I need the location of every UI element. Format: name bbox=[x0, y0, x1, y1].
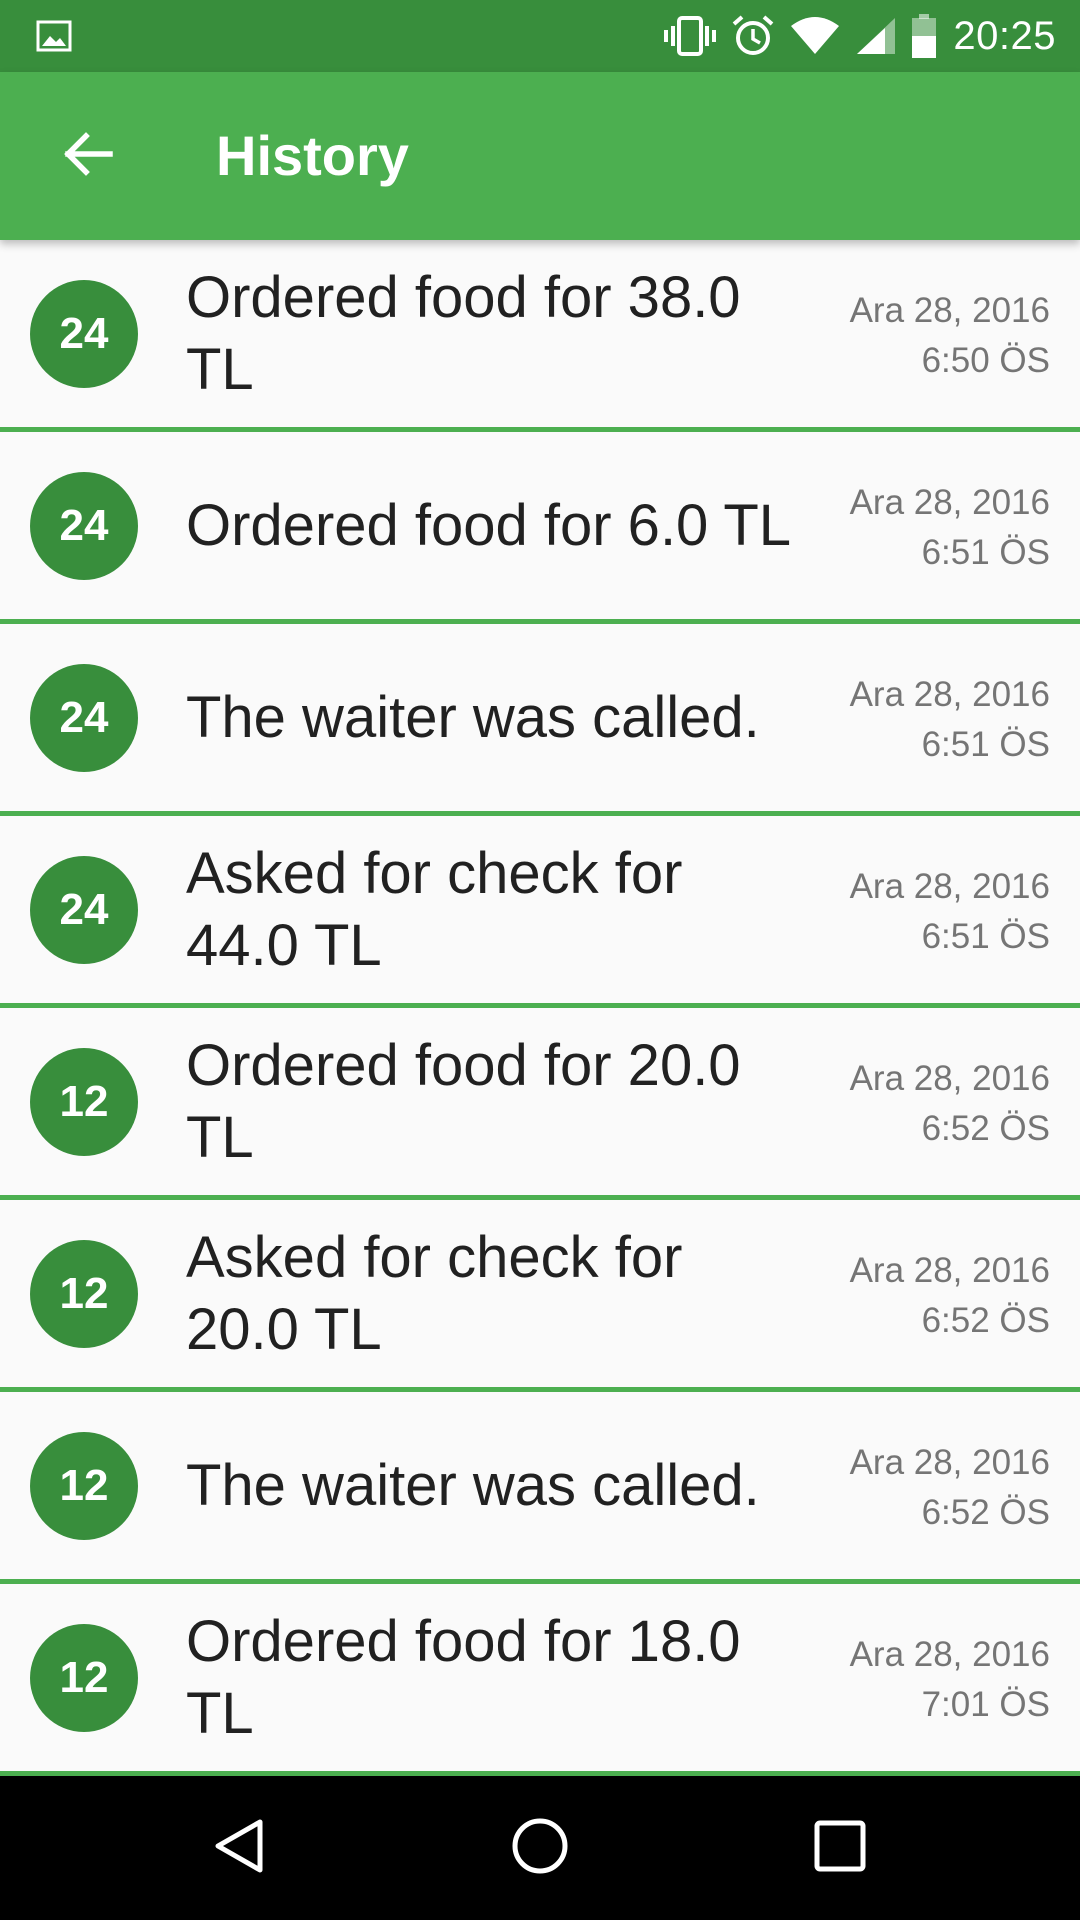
history-time: 6:52 ÖS bbox=[921, 1109, 1050, 1148]
history-text: Ordered food for 18.0 TL bbox=[186, 1608, 741, 1746]
history-timestamp: Ara 28, 2016 6:51 ÖS bbox=[850, 478, 1050, 578]
nav-home-button[interactable] bbox=[500, 1808, 580, 1888]
status-time: 20:25 bbox=[953, 13, 1056, 58]
recents-square-icon bbox=[812, 1818, 868, 1879]
history-text: Ordered food for 6.0 TL bbox=[186, 492, 792, 558]
home-circle-icon bbox=[510, 1816, 570, 1881]
back-button[interactable] bbox=[40, 108, 136, 204]
list-item[interactable]: 24 Ordered food for 38.0 TL Ara 28, 2016… bbox=[0, 240, 1080, 432]
table-number-badge: 24 bbox=[30, 664, 138, 772]
list-item[interactable]: 24 Asked for check for 44.0 TL Ara 28, 2… bbox=[0, 816, 1080, 1008]
history-timestamp: Ara 28, 2016 6:51 ÖS bbox=[850, 670, 1050, 770]
history-timestamp: Ara 28, 2016 6:52 ÖS bbox=[850, 1054, 1050, 1154]
history-text: The waiter was called. bbox=[186, 684, 760, 750]
history-text: Ordered food for 38.0 TL bbox=[186, 264, 741, 402]
alarm-icon bbox=[731, 14, 775, 58]
table-number-badge: 12 bbox=[30, 1240, 138, 1348]
history-timestamp: Ara 28, 2016 7:01 ÖS bbox=[850, 1630, 1050, 1730]
history-time: 7:01 ÖS bbox=[921, 1685, 1050, 1724]
navigation-bar bbox=[0, 1776, 1080, 1920]
history-date: Ara 28, 2016 bbox=[849, 1059, 1050, 1098]
wifi-icon bbox=[789, 16, 841, 56]
list-item[interactable]: 12 The waiter was called. Ara 28, 2016 6… bbox=[0, 1392, 1080, 1584]
list-item[interactable]: 12 Ordered food for 18.0 TL Ara 28, 2016… bbox=[0, 1584, 1080, 1776]
history-timestamp: Ara 28, 2016 6:50 ÖS bbox=[850, 286, 1050, 386]
history-list[interactable]: 24 Ordered food for 38.0 TL Ara 28, 2016… bbox=[0, 240, 1080, 1776]
status-bar: 20:25 bbox=[0, 0, 1080, 72]
history-text: Asked for check for 20.0 TL bbox=[186, 1224, 683, 1362]
history-date: Ara 28, 2016 bbox=[849, 1635, 1050, 1674]
list-item[interactable]: 24 Ordered food for 6.0 TL Ara 28, 2016 … bbox=[0, 432, 1080, 624]
history-time: 6:51 ÖS bbox=[921, 917, 1050, 956]
history-date: Ara 28, 2016 bbox=[849, 483, 1050, 522]
history-date: Ara 28, 2016 bbox=[849, 291, 1050, 330]
status-icons: 20:25 bbox=[649, 0, 1056, 72]
back-triangle-icon bbox=[210, 1816, 270, 1881]
history-time: 6:51 ÖS bbox=[921, 725, 1050, 764]
table-number-badge: 12 bbox=[30, 1624, 138, 1732]
history-text: Asked for check for 44.0 TL bbox=[186, 840, 683, 978]
app-bar: History bbox=[0, 72, 1080, 240]
history-timestamp: Ara 28, 2016 6:52 ÖS bbox=[850, 1246, 1050, 1346]
history-date: Ara 28, 2016 bbox=[849, 675, 1050, 714]
vibrate-icon bbox=[663, 16, 717, 56]
battery-icon bbox=[911, 14, 937, 58]
signal-icon bbox=[855, 16, 897, 56]
list-item[interactable]: 12 Asked for check for 20.0 TL Ara 28, 2… bbox=[0, 1200, 1080, 1392]
nav-recents-button[interactable] bbox=[800, 1808, 880, 1888]
table-number-badge: 24 bbox=[30, 280, 138, 388]
history-text: The waiter was called. bbox=[186, 1452, 760, 1518]
history-time: 6:50 ÖS bbox=[921, 341, 1050, 380]
arrow-back-icon bbox=[62, 128, 114, 185]
table-number-badge: 12 bbox=[30, 1432, 138, 1540]
list-item[interactable]: 24 The waiter was called. Ara 28, 2016 6… bbox=[0, 624, 1080, 816]
list-item[interactable]: 12 Ordered food for 20.0 TL Ara 28, 2016… bbox=[0, 1008, 1080, 1200]
history-time: 6:51 ÖS bbox=[921, 533, 1050, 572]
history-time: 6:52 ÖS bbox=[921, 1301, 1050, 1340]
history-date: Ara 28, 2016 bbox=[849, 1443, 1050, 1482]
table-number-badge: 12 bbox=[30, 1048, 138, 1156]
history-timestamp: Ara 28, 2016 6:51 ÖS bbox=[850, 862, 1050, 962]
table-number-badge: 24 bbox=[30, 472, 138, 580]
page-title: History bbox=[216, 124, 409, 187]
image-icon bbox=[36, 18, 72, 54]
history-date: Ara 28, 2016 bbox=[849, 1251, 1050, 1290]
history-timestamp: Ara 28, 2016 6:52 ÖS bbox=[850, 1438, 1050, 1538]
nav-back-button[interactable] bbox=[200, 1808, 280, 1888]
table-number-badge: 24 bbox=[30, 856, 138, 964]
history-date: Ara 28, 2016 bbox=[849, 867, 1050, 906]
history-time: 6:52 ÖS bbox=[921, 1493, 1050, 1532]
history-text: Ordered food for 20.0 TL bbox=[186, 1032, 741, 1170]
